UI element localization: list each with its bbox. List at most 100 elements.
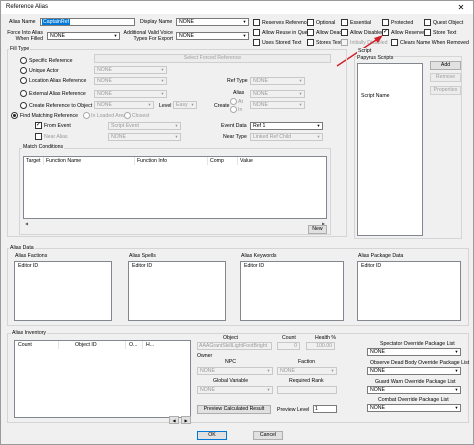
- protected-checkbox[interactable]: [382, 19, 389, 26]
- scripts-list[interactable]: Script Name: [357, 63, 423, 236]
- create-at-radio[interactable]: [230, 98, 237, 105]
- event-data-label: Event Data: [221, 123, 247, 129]
- preview-level-label: Preview Level: [277, 407, 310, 413]
- chevron-down-icon: ▼: [266, 387, 271, 392]
- uses-stored-text-checkbox[interactable]: [253, 39, 260, 46]
- location-alias-radio[interactable]: [20, 77, 27, 84]
- create-ref-object-select[interactable]: NONE ▼: [94, 101, 154, 109]
- from-event-checkbox[interactable]: ✓: [35, 122, 42, 129]
- external-alias-select[interactable]: NONE ▼: [94, 90, 167, 98]
- select-forced-reference-button[interactable]: Select Forced Reference: [94, 54, 331, 63]
- alias-package-data-list[interactable]: Editor ID: [357, 261, 461, 321]
- column-header[interactable]: Target: [26, 157, 40, 165]
- inventory-scroll-left-icon[interactable]: ◀: [169, 416, 179, 424]
- column-header[interactable]: Editor ID: [132, 262, 152, 270]
- column-header[interactable]: Editor ID: [244, 262, 264, 270]
- create-in-radio[interactable]: [230, 106, 237, 113]
- column-header[interactable]: Object ID: [75, 341, 97, 349]
- display-name-select[interactable]: NONE ▼: [176, 18, 249, 26]
- specific-reference-radio[interactable]: [20, 57, 27, 64]
- alias-factions-list[interactable]: Editor ID: [14, 261, 112, 321]
- npc-select[interactable]: NONE ▼: [197, 367, 273, 375]
- closest-radio[interactable]: [124, 112, 131, 119]
- object-field[interactable]: AAAGrantSkillLightFootBright: [197, 342, 272, 350]
- conditions-scrollbar[interactable]: ◀ ▶: [23, 220, 327, 227]
- essential-checkbox[interactable]: [341, 19, 348, 26]
- alias-spells-list[interactable]: Editor ID: [128, 261, 226, 321]
- in-label: In: [238, 107, 243, 113]
- chevron-down-icon: ▼: [316, 134, 321, 139]
- health-field[interactable]: 100.00: [306, 342, 335, 350]
- new-condition-button[interactable]: New: [308, 225, 327, 234]
- voice-types-label-2: Types For Export: [133, 36, 174, 42]
- conditions-list[interactable]: Target Function Name Function Info Comp …: [23, 156, 327, 219]
- guard-warn-select[interactable]: NONE ▼: [367, 386, 461, 394]
- flag-label: Uses Stored Text: [262, 40, 302, 46]
- preview-calculated-result-button[interactable]: Preview Calculated Result: [197, 405, 271, 414]
- create-location-select[interactable]: NONE ▼: [250, 101, 305, 109]
- from-event-select[interactable]: Script Event ▼: [108, 122, 181, 130]
- script-name-header[interactable]: Script Name: [361, 92, 390, 100]
- event-data-select[interactable]: Ref 1 ▼: [250, 122, 323, 130]
- column-header[interactable]: Editor ID: [18, 262, 38, 270]
- force-into-label-2: When Filled: [15, 36, 43, 42]
- store-text-checkbox[interactable]: [424, 29, 431, 36]
- inventory-list[interactable]: Count Object ID O... H...: [14, 340, 191, 418]
- stores-text-checkbox[interactable]: [307, 39, 314, 46]
- global-variable-select[interactable]: NONE ▼: [197, 386, 273, 394]
- reserves-reference-checkbox[interactable]: [253, 19, 260, 26]
- inventory-scroll-right-icon[interactable]: ▶: [181, 416, 191, 424]
- find-matching-reference-radio[interactable]: [11, 112, 18, 119]
- chevron-down-icon: ▼: [160, 67, 165, 72]
- script-properties-button[interactable]: Properties: [430, 86, 461, 95]
- allow-reuse-checkbox[interactable]: [253, 29, 260, 36]
- column-header[interactable]: Function Name: [46, 157, 81, 165]
- clears-name-checkbox[interactable]: [391, 39, 398, 46]
- alias-name-input[interactable]: CaptainRef: [40, 18, 135, 26]
- observe-dead-body-label: Observe Dead Body Override Package List: [370, 360, 470, 366]
- create-reference-radio[interactable]: [20, 102, 27, 109]
- alias-select[interactable]: NONE ▼: [250, 90, 305, 98]
- voice-types-select[interactable]: NONE ▼: [176, 32, 249, 40]
- quest-object-checkbox[interactable]: [424, 19, 431, 26]
- unique-actor-radio[interactable]: [20, 67, 27, 74]
- column-header[interactable]: Value: [240, 157, 253, 165]
- chevron-down-icon: ▼: [160, 78, 165, 83]
- near-alias-select[interactable]: NONE ▼: [108, 133, 181, 141]
- in-loaded-area-radio[interactable]: [83, 112, 90, 119]
- location-alias-label: Location Alias Reference: [29, 78, 87, 84]
- required-rank-field[interactable]: [277, 386, 337, 394]
- preview-level-field[interactable]: 1: [313, 405, 337, 413]
- title-bar: Reference Alias ✕: [1, 1, 473, 14]
- faction-select[interactable]: NONE ▼: [277, 367, 337, 375]
- unique-actor-select[interactable]: NONE ▼: [94, 66, 167, 74]
- column-header[interactable]: O...: [129, 341, 137, 349]
- spectator-select[interactable]: NONE ▼: [367, 348, 461, 356]
- column-header[interactable]: Function Info: [137, 157, 167, 165]
- ok-button[interactable]: OK: [197, 431, 227, 440]
- remove-script-button[interactable]: Remove: [430, 73, 461, 82]
- alias-keywords-list[interactable]: Editor ID: [240, 261, 344, 321]
- add-script-button[interactable]: Add: [430, 61, 461, 70]
- observe-dead-body-select[interactable]: NONE ▼: [367, 367, 461, 375]
- allow-dead-checkbox[interactable]: [307, 29, 314, 36]
- level-select[interactable]: Easy ▼: [173, 101, 197, 109]
- location-alias-select[interactable]: NONE ▼: [94, 77, 167, 85]
- external-alias-radio[interactable]: [20, 90, 27, 97]
- column-header[interactable]: Count: [18, 341, 32, 349]
- combat-override-select[interactable]: NONE ▼: [367, 404, 461, 412]
- near-alias-checkbox[interactable]: [35, 133, 42, 140]
- spectator-label: Spectator Override Package List: [380, 341, 455, 347]
- flag-label: Essential: [350, 20, 372, 26]
- column-header[interactable]: H...: [146, 341, 154, 349]
- column-header[interactable]: Comp: [210, 157, 224, 165]
- find-matching-reference-label: Find Matching Reference: [20, 113, 78, 119]
- column-header[interactable]: Editor ID: [361, 262, 381, 270]
- ref-type-select[interactable]: NONE ▼: [250, 77, 305, 85]
- cancel-button[interactable]: Cancel: [253, 431, 283, 440]
- near-type-select[interactable]: Linked Ref Child ▼: [250, 133, 323, 141]
- count-field[interactable]: 0: [277, 342, 300, 350]
- optional-checkbox[interactable]: [307, 19, 314, 26]
- scroll-left-icon[interactable]: ◀: [23, 220, 30, 227]
- close-icon[interactable]: ✕: [452, 1, 470, 14]
